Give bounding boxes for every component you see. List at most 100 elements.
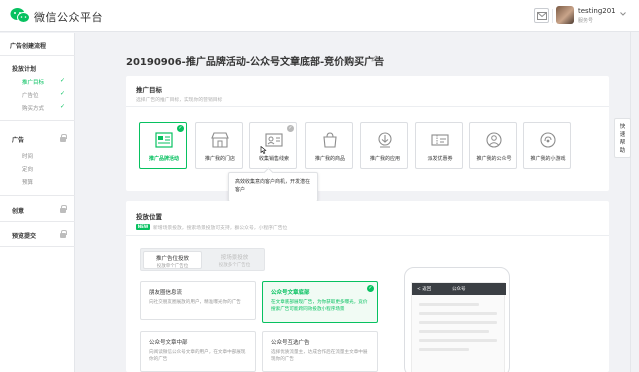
sidebar-item-targeting: 定向 xyxy=(22,167,34,173)
sidebar-item-budget: 预算 xyxy=(22,180,34,186)
sidebar-item-placement[interactable]: 广告位 xyxy=(22,91,39,99)
official-account-icon xyxy=(486,132,502,148)
goal-brand-activity[interactable]: ✓ 推广品牌活动 xyxy=(139,122,187,169)
user-role: 服务号 xyxy=(578,18,594,24)
topbar-divider xyxy=(552,9,553,23)
goal-label: 推广品牌活动 xyxy=(148,156,179,162)
goal-mini-game[interactable]: 推广我的小游戏 xyxy=(523,122,571,169)
cursor-icon xyxy=(260,146,267,154)
sidebar-divider xyxy=(0,120,75,121)
goal-official-account[interactable]: 推广我的公众号 xyxy=(469,122,517,169)
tab-title: 按场景投放 xyxy=(220,255,249,261)
check-icon: ✓ xyxy=(287,125,294,132)
goal-coupon[interactable]: 派发优惠券 xyxy=(415,122,463,169)
placement-panel: 投放位置 NEW 新增场景投放，搜索场景投放可支持，群公众号，小程序广告位 推广… xyxy=(126,201,609,372)
goal-label: 推广我的门店 xyxy=(204,156,235,162)
text-placeholder-line xyxy=(419,339,497,342)
phone-screen: < 返回 公众号 xyxy=(411,282,506,372)
placement-moments[interactable]: 朋友圈信息流 向社交朋友圈展放的用户，精准曝光你的广告 xyxy=(140,281,256,320)
text-placeholder-line xyxy=(419,312,497,315)
phone-nav-bar: < 返回 公众号 xyxy=(412,283,506,295)
tab-title: 推广告位投放 xyxy=(155,256,189,262)
tooltip: 高效收集意向客户商机，开发潜在客户 xyxy=(228,172,318,202)
sidebar-section-creative: 创意 xyxy=(12,208,25,215)
tab-single-placement[interactable]: 推广告位投放 投放单个广告位 xyxy=(143,251,202,269)
goal-sales-leads[interactable]: ✓ 收集销售线索 xyxy=(249,122,297,169)
sidebar-section-ad: 广告 xyxy=(12,137,25,144)
coupon-icon xyxy=(431,134,449,146)
goal-label: 派发优惠券 xyxy=(427,156,453,162)
sidebar-divider xyxy=(0,221,75,222)
tab-desc: 投放多个广告位 xyxy=(218,263,251,268)
placement-mode-tabs: 推广告位投放 投放单个广告位 按场景投放 投放多个广告位 xyxy=(140,248,265,271)
page-title: 20190906-推广品牌活动-公众号文章底部-竞价购买广告 xyxy=(126,57,385,68)
check-icon: ✓ xyxy=(177,125,184,132)
new-badge: NEW xyxy=(136,224,150,230)
wechat-logo-icon xyxy=(10,8,30,23)
goal-label: 推广我的小游戏 xyxy=(530,156,566,162)
sidebar-item-purchase[interactable]: 购买方式 xyxy=(22,104,44,112)
goal-app[interactable]: 推广我的应用 xyxy=(360,122,408,169)
right-border xyxy=(630,32,631,372)
phone-preview: < 返回 公众号 xyxy=(404,267,510,372)
check-icon: ✓ xyxy=(60,77,66,84)
panel-divider xyxy=(126,106,609,107)
avatar[interactable] xyxy=(556,6,574,24)
sidebar-section-preview: 预览提交 xyxy=(12,233,37,240)
back-button: < 返回 xyxy=(417,287,432,292)
placement-name: 公众号文章底部 xyxy=(271,290,310,296)
sales-leads-icon xyxy=(265,133,283,147)
lock-icon xyxy=(60,134,67,142)
placement-name: 公众号文章中部 xyxy=(149,340,188,346)
check-icon: ✓ xyxy=(367,285,374,292)
goals-panel: 推广目标 选择广告的推广目标，实现你的营销目标 ✓ 推广品牌活动 推广我的门店 … xyxy=(126,76,609,191)
brand-name: 微信公众平台 xyxy=(34,11,103,24)
goal-label: 推广我的应用 xyxy=(369,156,400,162)
lock-icon xyxy=(60,205,67,213)
edit-icon[interactable] xyxy=(371,55,378,62)
quick-help-label: 快速帮助 xyxy=(619,124,626,154)
placement-desc: 选择优质流量主，达成合作后在流量主文章中展现你的广告 xyxy=(271,350,368,362)
sidebar-title: 广告创建流程 xyxy=(10,43,47,50)
placement-article-bottom[interactable]: ✓ 公众号文章底部 在文章底部展现广告，为你获取更多曝光，竞价搜索广告可能跨同效… xyxy=(262,281,378,323)
check-icon: ✓ xyxy=(60,90,66,97)
goal-product[interactable]: 推广我的商品 xyxy=(305,122,353,169)
store-icon xyxy=(211,132,229,148)
brand-activity-icon xyxy=(155,132,173,148)
sidebar-divider xyxy=(0,55,75,56)
top-bar: 微信公众平台 testing201 服务号 xyxy=(0,0,639,32)
chevron-down-icon[interactable] xyxy=(620,12,626,16)
sidebar-section-plan[interactable]: 投放计划 xyxy=(12,64,36,73)
placement-name: 朋友圈信息流 xyxy=(149,290,183,296)
placement-subtitle: 新增场景投放，搜索场景投放可支持，群公众号，小程序广告位 xyxy=(153,226,288,231)
check-icon: ✓ xyxy=(60,103,66,110)
sidebar-item-goal[interactable]: 推广目标 xyxy=(22,78,44,86)
placement-article-middle[interactable]: 公众号文章中部 向阅读微信公众号文章的用户，在文章中部展现你的广告 xyxy=(140,331,256,372)
goal-label: 推广我的公众号 xyxy=(476,156,512,162)
placement-name: 公众号互选广告 xyxy=(271,340,310,346)
sidebar: 广告创建流程 投放计划 推广目标 ✓ 广告位 ✓ 购买方式 ✓ 广告 时间 定向… xyxy=(0,33,75,372)
placement-mutual-selection[interactable]: 公众号互选广告 选择优质流量主，达成合作后在流量主文章中展现你的广告 xyxy=(262,331,378,372)
text-placeholder-line xyxy=(419,303,479,306)
sidebar-divider xyxy=(0,195,75,196)
lock-icon xyxy=(60,230,67,238)
placement-desc: 向阅读微信公众号文章的用户，在文章中部展现你的广告 xyxy=(149,350,246,362)
panel-divider xyxy=(126,235,609,236)
sidebar-item-time: 时间 xyxy=(22,154,34,160)
goal-label: 推广我的商品 xyxy=(314,156,345,162)
tab-scene-placement[interactable]: 按场景投放 投放多个广告位 xyxy=(205,251,264,269)
text-placeholder-line xyxy=(419,348,469,351)
goal-store[interactable]: 推广我的门店 xyxy=(195,122,243,169)
placement-desc: 在文章底部展现广告，为你获取更多曝光，竞价搜索广告可能跨同效投放小程序场景 xyxy=(271,300,368,312)
placement-heading: 投放位置 xyxy=(136,213,162,221)
text-placeholder-line xyxy=(419,330,489,333)
mail-icon[interactable] xyxy=(534,8,549,23)
quick-help-button[interactable]: 快速帮助 xyxy=(614,118,631,158)
user-name[interactable]: testing201 xyxy=(578,7,616,15)
goals-subtitle: 选择广告的推广目标，实现你的营销目标 xyxy=(136,98,223,103)
sidebar-divider xyxy=(0,246,75,247)
shopping-bag-icon xyxy=(323,132,337,148)
tab-desc: 投放单个广告位 xyxy=(156,264,189,269)
text-placeholder-line xyxy=(419,321,497,324)
app-download-icon xyxy=(378,132,392,148)
